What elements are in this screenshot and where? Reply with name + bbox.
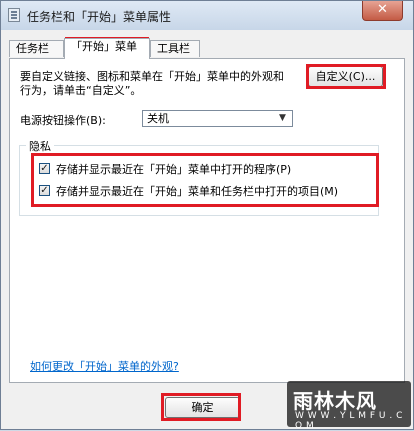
watermark-text: 雨林木风 [293,389,377,413]
site-watermark: 雨林木风 W W W . Y L M F U . C O M [287,381,411,431]
tab-start-menu[interactable]: 「开始」菜单 [64,38,150,59]
title-bar[interactable]: 任务栏和「开始」菜单属性 ✕ [1,1,413,30]
tab-toolbars[interactable]: 工具栏 [150,40,200,57]
taskbar-properties-icon [8,8,20,22]
tab-taskbar[interactable]: 任务栏 [9,40,64,57]
properties-window: 任务栏和「开始」菜单属性 ✕ 任务栏 「开始」菜单 工具栏 要自定义链接、图标和… [0,0,414,431]
close-button[interactable]: ✕ [362,1,403,21]
start-menu-help-link[interactable]: 如何更改「开始」菜单的外观? [30,358,179,374]
highlight-customize-button [306,64,386,89]
chevron-down-icon[interactable]: ▼ [275,111,290,126]
highlight-privacy-options [31,153,379,207]
power-action-value: 关机 [147,112,169,125]
watermark-url: W W W . Y L M F U . C O M [295,411,403,431]
customize-description: 要自定义链接、图标和菜单在「开始」菜单中的外观和行为，请单击“自定义”。 [20,70,284,97]
privacy-group-title: 隐私 [26,138,54,154]
highlight-ok-button [161,393,241,421]
power-button-label: 电源按钮操作(B): [20,114,106,127]
window-title: 任务栏和「开始」菜单属性 [27,10,172,24]
power-action-select[interactable]: 关机 ▼ [142,110,293,127]
tab-panel [9,58,405,383]
